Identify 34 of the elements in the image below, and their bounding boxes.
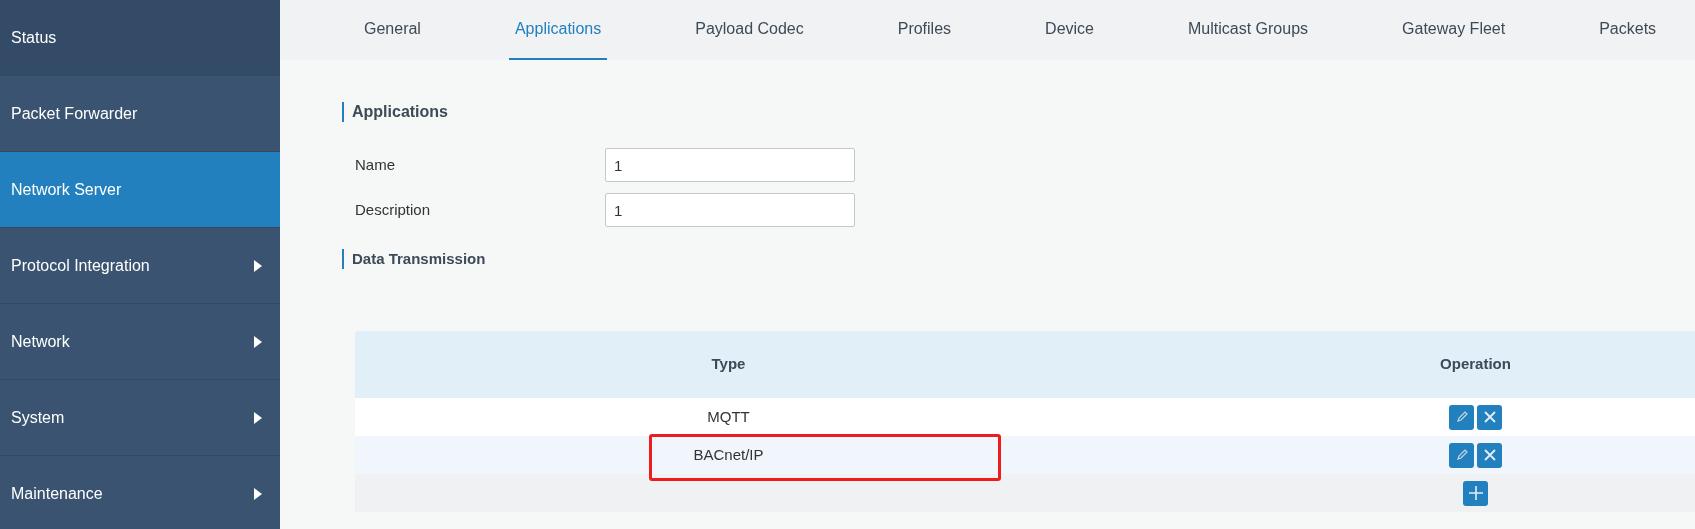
pencil-icon [1454,448,1469,462]
field-label: Description [355,199,432,220]
table-cell-text: MQTT [707,406,750,427]
tab[interactable]: Profiles [891,0,958,60]
edit-button[interactable] [1449,404,1474,430]
text-field[interactable]: 1 [605,148,855,182]
field-label: Name [355,154,396,175]
pencil-icon [1454,410,1469,424]
column-header: Operation [1440,354,1511,375]
plus-icon [1467,485,1484,501]
edit-button[interactable] [1449,442,1474,468]
tab[interactable]: Device [1039,0,1100,60]
sidebar-item[interactable]: Status [0,0,280,76]
add-button[interactable] [1463,480,1488,506]
caret-icon [254,411,262,424]
close-icon [1482,410,1497,424]
tab[interactable]: General [358,0,427,60]
caret-icon [254,259,262,272]
section-title: Data Transmission [342,249,1695,269]
text-field[interactable]: 1 [605,193,855,227]
tab[interactable]: Payload Codec [689,0,810,60]
sidebar-item[interactable]: Network Server [0,152,280,228]
delete-button[interactable] [1477,442,1502,468]
tab[interactable]: Gateway Fleet [1396,0,1512,60]
caret-icon [254,335,262,348]
column-header: Type [711,354,746,375]
tab[interactable]: Packets [1593,0,1663,60]
section-title: Applications [342,102,1695,122]
caret-icon [254,487,262,500]
delete-button[interactable] [1477,404,1502,430]
close-icon [1482,448,1497,462]
tab[interactable]: Applications [508,0,608,60]
tab[interactable]: Multicast Groups [1182,0,1315,60]
table-cell-text: BACnet/IP [693,444,764,465]
